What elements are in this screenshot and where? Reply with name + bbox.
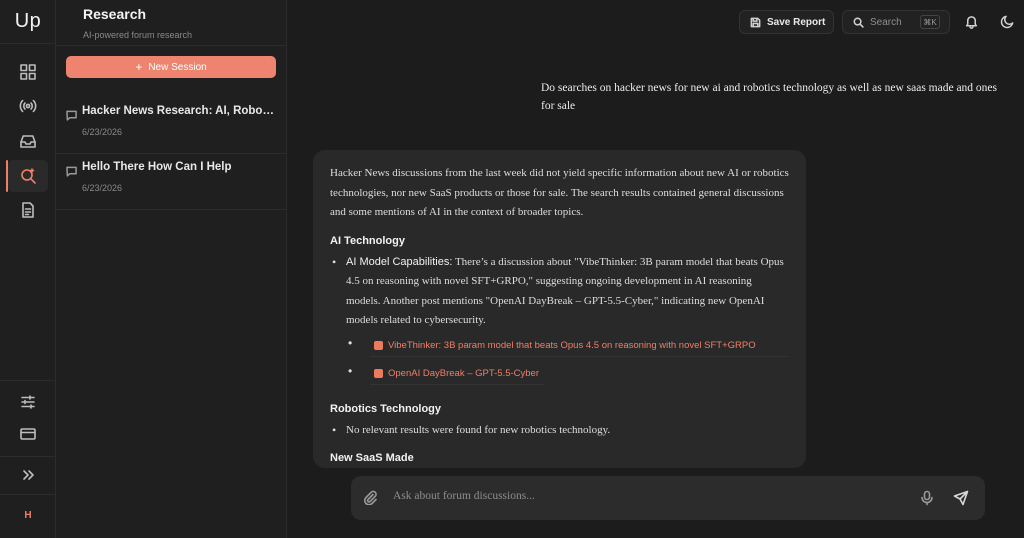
session-item[interactable]: Hacker News Research: AI, Roboti... 6/23… [56,98,287,154]
user-avatar[interactable]: H [0,510,56,521]
rail-divider [0,380,56,381]
expand-sidebar-button[interactable] [8,459,48,491]
search-icon [853,17,864,28]
panel-header: Research AI-powered forum research [56,0,287,46]
notifications-button[interactable] [962,12,980,30]
theme-toggle-button[interactable] [998,12,1016,30]
new-session-button[interactable]: + New Session [66,56,276,78]
hacker-news-icon [374,340,383,350]
paperclip-icon [363,490,377,506]
inbox-icon [20,135,36,148]
microphone-icon [921,490,933,506]
voice-input-button[interactable] [919,490,937,508]
bell-icon [965,15,977,29]
user-message: Do searches on hacker news for new ai an… [541,82,998,112]
session-title: Hello There How Can I Help [82,161,232,173]
page-title: Research [83,6,147,22]
plus-icon: + [135,60,143,74]
research-nav-button[interactable] [8,160,48,192]
rail-divider [0,456,56,457]
inbox-nav-button[interactable] [8,125,48,157]
billing-nav-button[interactable] [8,418,48,450]
session-date: 6/23/2026 [82,183,123,193]
session-item[interactable]: Hello There How Can I Help 6/23/2026 [56,154,287,210]
chat-icon [66,164,77,177]
new-session-label: New Session [148,61,207,73]
attach-button[interactable] [362,489,380,507]
source-list: VibeThinker: 3B param model that beats O… [330,335,789,391]
session-date: 6/23/2026 [82,127,123,137]
moon-icon [1000,15,1013,28]
bullet-lead: AI Model Capabilities: [346,255,453,268]
list-item: AI Model Capabilities: There’s a discuss… [330,253,789,331]
rail-divider [0,494,56,495]
documents-nav-button[interactable] [8,194,48,226]
search-label: Search [870,16,902,28]
hacker-news-icon [374,368,383,378]
sessions-panel: Research AI-powered forum research + New… [56,0,287,538]
chat-icon [66,108,77,121]
source-title: OpenAI DayBreak – GPT-5.5-Cyber [388,367,540,379]
assistant-message: Hacker News discussions from the last we… [313,150,806,468]
document-icon [22,202,34,218]
search-button[interactable]: Search ⌘K [842,10,950,34]
section-heading: New SaaS Made [330,452,414,464]
icon-rail: Up H [0,0,56,538]
broadcast-nav-button[interactable] [8,90,48,122]
message-input[interactable]: Ask about forum discussions... [393,490,535,502]
search-sparkle-icon [21,168,36,184]
source-link[interactable]: OpenAI DayBreak – GPT-5.5-Cyber [348,363,546,385]
grid-icon [20,64,36,80]
save-icon [750,17,761,27]
list-item: No relevant results were found for new r… [330,421,789,441]
credit-card-icon [20,428,36,440]
reply-intro: Hacker News discussions from the last we… [330,167,789,218]
broadcast-icon [19,99,37,113]
send-button[interactable] [953,490,971,508]
sliders-icon [21,395,35,409]
save-report-button[interactable]: Save Report [739,10,834,34]
save-report-label: Save Report [767,16,826,28]
source-link[interactable]: VibeThinker: 3B param model that beats O… [348,335,789,357]
search-shortcut: ⌘K [920,15,940,29]
settings-sliders-button[interactable] [8,386,48,418]
message-composer: Ask about forum discussions... [351,476,985,520]
session-title: Hacker News Research: AI, Roboti... [82,105,277,117]
page-subtitle: AI-powered forum research [83,30,193,40]
source-title: VibeThinker: 3B param model that beats O… [388,339,756,351]
section-heading: Robotics Technology [330,402,442,415]
app-logo[interactable]: Up [0,0,56,44]
chevrons-right-icon [23,470,34,480]
dashboard-nav-button[interactable] [8,56,48,88]
send-icon [953,490,969,506]
section-heading: AI Technology [330,234,405,247]
